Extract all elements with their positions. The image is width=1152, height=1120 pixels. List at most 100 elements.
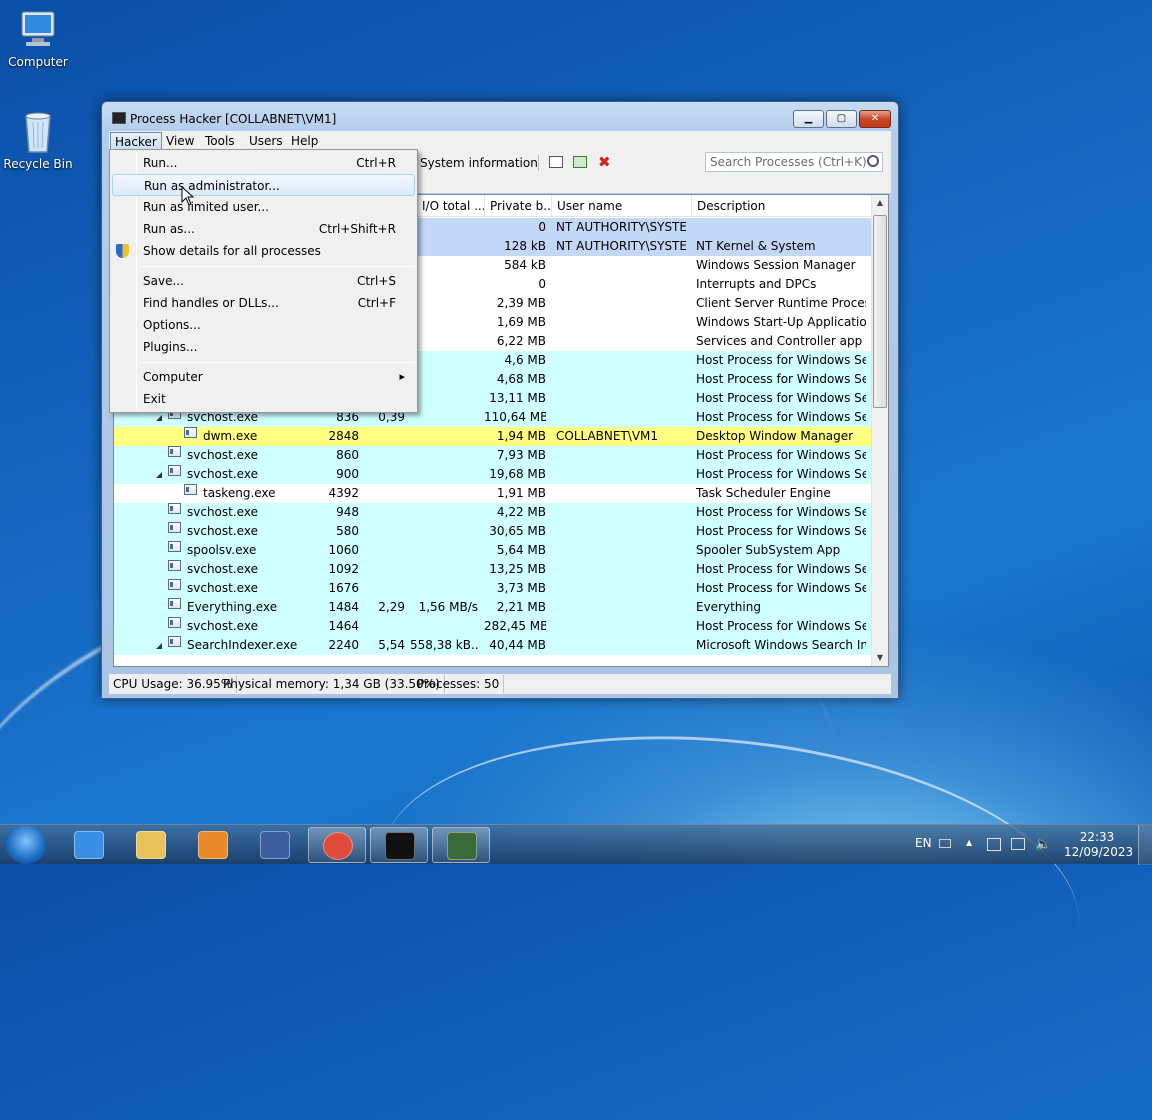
menu-users[interactable]: Users xyxy=(245,132,287,150)
menu-item[interactable]: Find handles or DLLs... Ctrl+F xyxy=(112,292,415,314)
taskbar-button[interactable] xyxy=(60,827,118,863)
menu-item[interactable]: Computer ▸ xyxy=(112,366,415,388)
menu-item[interactable]: Run as... Ctrl+Shift+R xyxy=(112,218,415,240)
cell-name: spoolsv.exe xyxy=(187,543,257,557)
table-row[interactable]: spoolsv.exe 1060 5,64 MB Spooler SubSystem … xyxy=(114,541,872,560)
taskbar-button[interactable] xyxy=(432,827,490,863)
taskbar-button[interactable] xyxy=(370,827,428,863)
menu-view[interactable]: View xyxy=(162,132,198,150)
window-titlebar[interactable]: Process Hacker [COLLABNET\VM1] ▁ ▢ ✕ xyxy=(102,102,898,132)
table-row[interactable]: ◢ SearchIndexer.exe 2240 5,54 558,38 kB... 40… xyxy=(114,636,872,655)
find-window-icon[interactable] xyxy=(573,156,587,168)
cell-pid: 948 xyxy=(336,505,359,519)
taskbar-button[interactable] xyxy=(184,827,242,863)
clock[interactable]: 22:33 12/09/2023 xyxy=(1064,830,1133,870)
table-row[interactable]: ◢ svchost.exe 900 19,68 MB Host Process for … xyxy=(114,465,872,484)
table-row[interactable]: svchost.exe 1464 282,45 MB Host Process for… xyxy=(114,617,872,636)
table-row[interactable]: svchost.exe 1676 3,73 MB Host Process for W… xyxy=(114,579,872,598)
taskbar-button[interactable] xyxy=(308,827,366,863)
tree-expander-icon[interactable]: ◢ xyxy=(156,636,162,655)
keyboard-icon[interactable] xyxy=(939,839,951,848)
cell-priv: 1,94 MB xyxy=(496,429,546,443)
cell-priv: 2,39 MB xyxy=(496,296,546,310)
desktop-icon-recycle-bin[interactable]: Recycle Bin xyxy=(3,110,73,171)
cell-user: COLLABNET\VM1 xyxy=(556,429,659,443)
show-hidden-icons-icon[interactable]: ▲ xyxy=(966,838,972,878)
menu-item-shortcut: Ctrl+R xyxy=(356,156,396,170)
menu-hacker[interactable]: Hacker xyxy=(110,132,162,150)
close-button[interactable]: ✕ xyxy=(859,110,891,128)
menu-item[interactable]: Run as administrator... xyxy=(112,174,415,196)
table-row[interactable]: svchost.exe 580 30,65 MB Host Process for W… xyxy=(114,522,872,541)
table-row[interactable]: taskeng.exe 4392 1,91 MB Task Scheduler Eng… xyxy=(114,484,872,503)
column-header-io-total[interactable]: I/O total ... xyxy=(416,195,484,217)
language-indicator[interactable]: EN xyxy=(915,836,932,876)
menu-item[interactable]: Exit xyxy=(112,388,415,410)
menu-help[interactable]: Help xyxy=(287,132,322,150)
cell-pid: 1092 xyxy=(328,562,359,576)
desktop-icon-computer[interactable]: Computer xyxy=(3,8,73,69)
cell-name: svchost.exe xyxy=(187,448,258,462)
scroll-down-arrow-icon[interactable]: ▼ xyxy=(872,650,888,666)
cell-priv: 0 xyxy=(538,277,546,291)
shield-icon xyxy=(116,244,129,258)
system-information-button[interactable]: System information xyxy=(411,154,538,172)
cell-desc: Client Server Runtime Process xyxy=(696,296,866,310)
terminate-icon[interactable]: ✖ xyxy=(598,153,611,171)
cell-priv: 3,73 MB xyxy=(496,581,546,595)
cell-name: svchost.exe xyxy=(187,524,258,538)
cell-priv: 40,44 MB xyxy=(489,638,546,652)
menu-tools[interactable]: Tools xyxy=(201,132,239,150)
process-icon xyxy=(168,503,181,514)
table-row[interactable]: Everything.exe 1484 2,29 1,56 MB/s 2,21 MB Ev… xyxy=(114,598,872,617)
taskbar-button[interactable] xyxy=(246,827,304,863)
menu-item-label: Exit xyxy=(143,392,166,406)
cell-name: svchost.exe xyxy=(187,562,258,576)
menu-item[interactable]: Save... Ctrl+S xyxy=(112,270,415,292)
statusbar: CPU Usage: 36.95% Physical memory: 1,34 … xyxy=(109,674,891,694)
cell-name: svchost.exe xyxy=(187,505,258,519)
maximize-button[interactable]: ▢ xyxy=(826,110,857,128)
table-row[interactable]: svchost.exe 860 7,93 MB Host Process for Wi… xyxy=(114,446,872,465)
cell-desc: Windows Session Manager xyxy=(696,258,856,272)
menu-item[interactable]: Plugins... xyxy=(112,336,415,358)
search-input[interactable]: Search Processes (Ctrl+K) xyxy=(705,152,883,172)
scroll-up-arrow-icon[interactable]: ▲ xyxy=(872,195,888,211)
menu-item[interactable]: Show details for all processes xyxy=(112,240,415,262)
table-row[interactable]: dwm.exe 2848 1,94 MB COLLABNET\VM1 Desktop W… xyxy=(114,427,872,446)
column-header-description[interactable]: Description xyxy=(691,195,872,217)
process-icon xyxy=(168,465,181,476)
vertical-scrollbar[interactable]: ▲ ▼ xyxy=(871,195,888,666)
minimize-button[interactable]: ▁ xyxy=(793,110,824,128)
menu-item[interactable]: Options... xyxy=(112,314,415,336)
cell-desc: Host Process for Windows Ser... xyxy=(696,505,866,519)
cell-io: 1,56 MB/s xyxy=(418,600,478,614)
scrollbar-thumb[interactable] xyxy=(873,215,887,408)
cell-desc: Host Process for Windows Ser... xyxy=(696,467,866,481)
menu-item[interactable]: Run... Ctrl+R xyxy=(112,152,415,174)
show-desktop-button[interactable] xyxy=(1138,825,1152,865)
cell-user: NT AUTHORITY\SYSTEM xyxy=(556,220,686,234)
table-row[interactable]: svchost.exe 1092 13,25 MB Host Process for … xyxy=(114,560,872,579)
column-header-user-name[interactable]: User name xyxy=(551,195,691,217)
action-center-flag-icon[interactable] xyxy=(987,838,1001,851)
volume-muted-icon[interactable]: 🔈 xyxy=(1035,837,1051,877)
internet-explorer-icon xyxy=(74,831,104,859)
cell-desc: Host Process for Windows Ser... xyxy=(696,581,866,595)
network-icon[interactable] xyxy=(1011,838,1025,850)
column-header-private-bytes[interactable]: Private b... xyxy=(484,195,551,217)
cell-desc: Spooler SubSystem App xyxy=(696,543,841,557)
hacker-menu: Run... Ctrl+R Run as administrator... Run a… xyxy=(109,149,418,413)
window-icon[interactable] xyxy=(549,156,563,168)
table-row[interactable]: svchost.exe 948 4,22 MB Host Process for Wi… xyxy=(114,503,872,522)
tree-expander-icon[interactable]: ◢ xyxy=(156,465,162,484)
recycle-bin-icon xyxy=(14,110,62,154)
status-memory: Physical memory: 1,34 GB (33.50%) xyxy=(219,675,445,693)
menu-item-label: Computer xyxy=(143,370,203,384)
menubar: Hacker View Tools Users Help xyxy=(109,131,891,151)
taskbar-button[interactable] xyxy=(122,827,180,863)
mouse-cursor-icon xyxy=(181,186,195,206)
cell-desc: Desktop Window Manager xyxy=(696,429,854,443)
start-orb-icon[interactable] xyxy=(6,826,46,864)
menu-item[interactable]: Run as limited user... xyxy=(112,196,415,218)
